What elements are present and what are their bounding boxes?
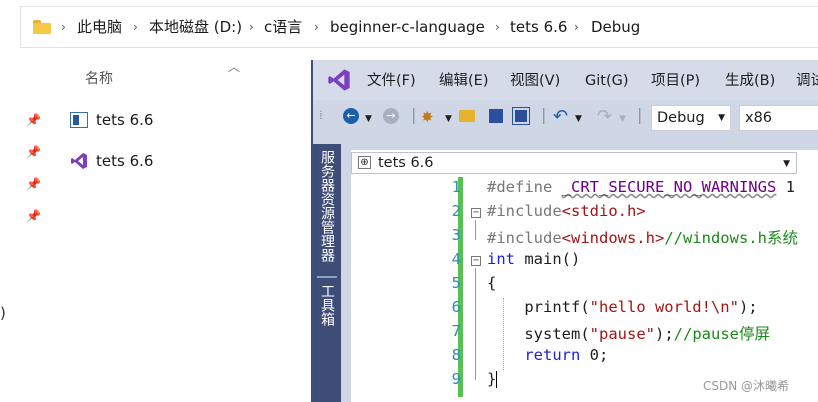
platform-value: x86	[745, 110, 773, 126]
dropdown-arrow-icon[interactable]: ▼	[445, 114, 452, 124]
menu-bar: 文件(F) 编辑(E) 视图(V) Git(G) 项目(P) 生成(B) 调试	[313, 60, 818, 100]
code-line-4: int main()	[487, 250, 581, 268]
pin-icon[interactable]: 📌	[26, 177, 41, 191]
line-number: 6	[451, 298, 461, 316]
line-number: 5	[451, 274, 461, 292]
menu-edit[interactable]: 编辑(E)	[439, 60, 488, 100]
application-icon	[70, 112, 88, 128]
code-line-6: printf("hello world!\n");	[487, 298, 758, 316]
menu-git[interactable]: Git(G)	[585, 60, 629, 100]
file-item-exe[interactable]: tets 6.6	[70, 108, 153, 132]
code-line-3: #include<windows.h>//windows.h系统	[487, 229, 798, 247]
back-icon[interactable]: ←	[343, 108, 359, 124]
pin-icon[interactable]: 📌	[26, 113, 41, 127]
visual-studio-solution-icon	[70, 152, 88, 170]
breadcrumb-c-language[interactable]: c语言	[264, 7, 302, 47]
menu-debug[interactable]: 调试	[796, 60, 818, 100]
scope-name: tets 6.6	[378, 155, 434, 171]
menu-project[interactable]: 项目(P)	[651, 60, 700, 100]
pin-icon[interactable]: 📌	[26, 209, 41, 223]
platform-select[interactable]: x86	[739, 105, 818, 131]
toolbar-separator: |	[411, 105, 417, 124]
forward-icon[interactable]: →	[383, 108, 399, 124]
text-cursor	[496, 371, 498, 388]
line-number: 9	[451, 370, 461, 388]
menu-build[interactable]: 生成(B)	[725, 60, 775, 100]
fold-guide	[475, 220, 476, 240]
code-line-8: return 0;	[487, 346, 609, 364]
fold-guide	[475, 268, 476, 380]
dropdown-arrow-icon[interactable]: ▼	[783, 154, 790, 174]
dropdown-arrow-icon[interactable]: ▼	[575, 114, 582, 124]
project-icon: ⊕	[358, 156, 371, 169]
pin-icon[interactable]: 📌	[26, 145, 41, 159]
folder-icon	[33, 20, 51, 34]
line-number: 8	[451, 346, 461, 364]
collapse-icon[interactable]: −	[471, 256, 481, 266]
chevron-right-icon: ›	[495, 20, 500, 34]
line-number: 1	[451, 178, 461, 196]
column-header-name[interactable]: 名称	[85, 68, 113, 88]
breadcrumb-drive-d[interactable]: 本地磁盘 (D:)	[149, 7, 242, 47]
chevron-right-icon: ›	[133, 20, 138, 34]
file-name: tets 6.6	[96, 152, 154, 170]
line-number: 3	[451, 226, 461, 244]
breadcrumb-beginner-c-language[interactable]: beginner-c-language	[330, 7, 485, 47]
sort-up-icon: ︿	[228, 60, 241, 74]
visual-studio-logo-icon	[327, 68, 351, 96]
chevron-right-icon: ›	[574, 20, 579, 34]
address-bar[interactable]: › 此电脑 › 本地磁盘 (D:) › c语言 › beginner-c-lan…	[20, 6, 818, 48]
dropdown-arrow-icon: ▼	[718, 113, 725, 123]
line-number: 2	[451, 202, 461, 220]
undo-icon[interactable]: ↶	[553, 106, 568, 127]
open-folder-icon[interactable]	[459, 110, 475, 122]
side-tool-strip: 服务器资源管理器 工具箱	[313, 144, 341, 402]
tab-divider	[317, 276, 337, 278]
watermark: CSDN @沐曦希	[703, 379, 790, 393]
code-line-5: {	[487, 274, 497, 292]
new-project-icon[interactable]: ✸	[421, 108, 434, 126]
save-icon[interactable]	[489, 109, 503, 123]
tab-server-explorer[interactable]: 服务器资源管理器	[319, 150, 335, 262]
code-area[interactable]: 1 2 3 4 5 6 7 8 9 − − #define _CRT_SECUR…	[351, 177, 818, 402]
menu-view[interactable]: 视图(V)	[510, 60, 560, 100]
code-editor[interactable]: ⊕ tets 6.6 ▼ 1 2 3 4 5 6 7 8 9 − − #defi…	[351, 150, 818, 402]
breadcrumb-tets-6-6[interactable]: tets 6.6	[510, 7, 567, 47]
toolbar-grip-icon: ⁞	[319, 108, 323, 122]
line-number: 4	[451, 250, 461, 268]
menu-file[interactable]: 文件(F)	[367, 60, 416, 100]
chevron-right-icon: ›	[61, 20, 66, 34]
redo-icon[interactable]: ↷	[597, 106, 612, 127]
code-line-7: system("pause");//pause停屏	[487, 325, 770, 343]
dropdown-arrow-icon[interactable]: ▼	[365, 114, 372, 124]
navigation-bar[interactable]: ⊕ tets 6.6 ▼	[351, 152, 797, 174]
configuration-value: Debug	[657, 110, 705, 126]
chevron-right-icon: ›	[314, 20, 319, 34]
toolbar-separator: |	[637, 105, 643, 124]
visual-studio-window[interactable]: 文件(F) 编辑(E) 视图(V) Git(G) 项目(P) 生成(B) 调试 …	[311, 60, 818, 402]
code-line-2: #include<stdio.h>	[487, 202, 646, 220]
code-line-1: #define _CRT_SECURE_NO_WARNINGS 1	[487, 178, 795, 196]
tab-toolbox[interactable]: 工具箱	[319, 284, 335, 326]
dropdown-arrow-icon[interactable]: ▼	[619, 114, 626, 124]
toolbar: ⁞ ← ▼ → | ✸ ▼ | ↶ ▼ ↷ ▼ | Debug ▼ x86	[313, 100, 818, 140]
code-line-9: }	[487, 370, 498, 388]
file-item-sln[interactable]: tets 6.6	[70, 149, 153, 173]
collapse-icon[interactable]: −	[471, 208, 481, 218]
save-all-icon[interactable]	[512, 107, 530, 125]
line-number: 7	[451, 322, 461, 340]
file-name: tets 6.6	[96, 111, 154, 129]
breadcrumb-debug[interactable]: Debug	[591, 7, 640, 47]
toolbar-separator: |	[541, 105, 547, 124]
cut-off-text: )	[0, 304, 6, 322]
chevron-right-icon: ›	[249, 20, 254, 34]
breadcrumb-this-pc[interactable]: 此电脑	[77, 7, 122, 47]
configuration-select[interactable]: Debug ▼	[651, 105, 731, 131]
